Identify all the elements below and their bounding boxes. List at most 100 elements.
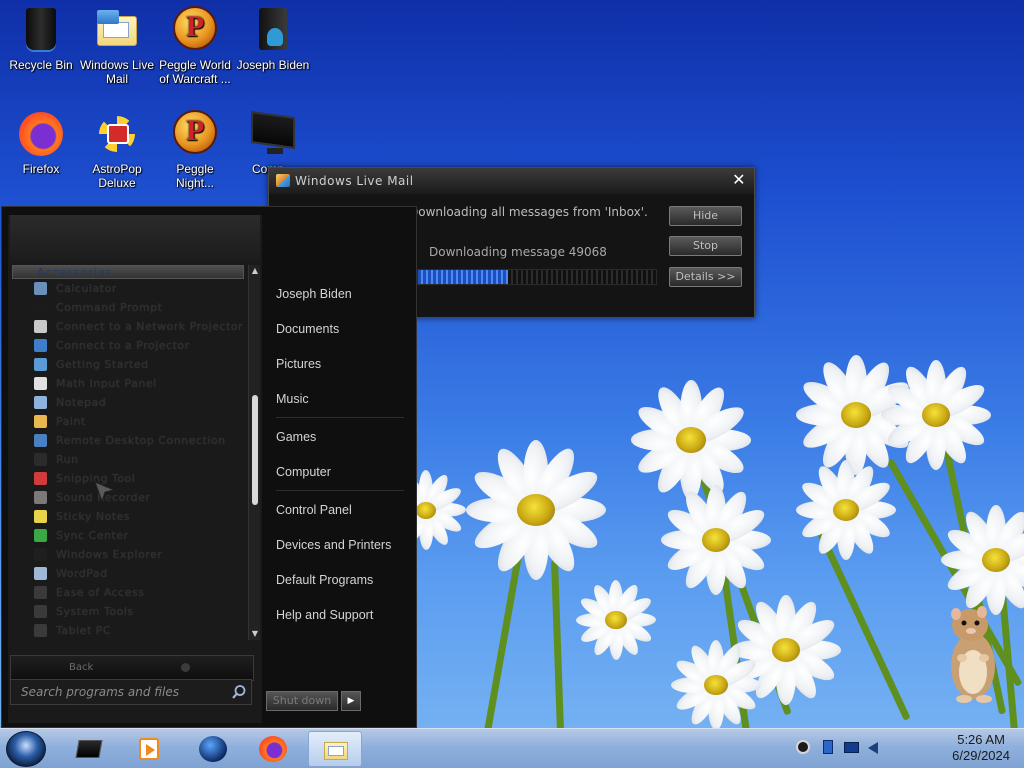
stem <box>481 549 523 730</box>
steam-icon[interactable] <box>796 740 812 756</box>
search-icon[interactable] <box>231 684 247 700</box>
program-item[interactable]: Sync Center <box>12 526 244 545</box>
program-icon <box>34 529 47 542</box>
taskbar-firefox[interactable] <box>246 731 300 767</box>
peggle-icon: P <box>171 6 219 54</box>
program-item[interactable]: Notepad <box>12 393 244 412</box>
program-item[interactable]: Getting Started <box>12 355 244 374</box>
program-item[interactable]: Math Input Panel <box>12 374 244 393</box>
display-icon[interactable] <box>844 740 860 756</box>
clock[interactable]: 5:26 AM 6/29/2024 <box>952 732 1010 764</box>
start-link-help-and-support[interactable]: Help and Support <box>266 598 414 633</box>
program-icon <box>34 453 47 466</box>
program-item[interactable]: Connect to a Projector <box>12 336 244 355</box>
program-item[interactable]: Windows Explorer <box>12 545 244 564</box>
desktop-icon-label: Peggle World of Warcraft ... <box>159 58 231 86</box>
program-icon <box>34 472 47 485</box>
globe-icon <box>199 736 227 762</box>
desktop-icon-astropop-deluxe[interactable]: AstroPop Deluxe <box>78 110 156 190</box>
program-label: Ease of Access <box>56 586 145 599</box>
program-label: Connect to a Projector <box>56 339 190 352</box>
start-link-documents[interactable]: Documents <box>266 312 414 347</box>
taskbar-media-player[interactable] <box>122 731 176 767</box>
program-item[interactable]: Sticky Notes <box>12 507 244 526</box>
desktop-icon-windows-live-mail[interactable]: Windows Live Mail <box>78 6 156 86</box>
shutdown-options-arrow-icon[interactable]: ▶ <box>341 691 361 711</box>
user-folder-icon <box>249 6 297 54</box>
stem <box>551 559 565 730</box>
start-link-games[interactable]: Games <box>266 420 414 455</box>
stop-button[interactable]: Stop <box>669 236 742 256</box>
desktop-icon-label: Windows Live Mail <box>79 58 155 86</box>
start-link-control-panel[interactable]: Control Panel <box>266 493 414 528</box>
program-item[interactable]: Sound Recorder <box>12 488 244 507</box>
program-label: Command Prompt <box>56 301 163 314</box>
start-link-computer[interactable]: Computer <box>266 455 414 490</box>
volume-icon[interactable] <box>868 740 884 756</box>
system-tray <box>796 740 886 758</box>
program-item[interactable]: Paint <box>12 412 244 431</box>
programs-scrollbar[interactable]: ▲ ▼ <box>248 265 260 640</box>
taskbar: 5:26 AM 6/29/2024 <box>0 728 1024 768</box>
scroll-thumb[interactable] <box>252 395 258 505</box>
dialog-titlebar[interactable]: Windows Live Mail ✕ <box>269 168 754 194</box>
firefox-icon <box>17 110 65 158</box>
start-menu-left-pane: Accessories Calculator Command Prompt Conn… <box>8 215 262 723</box>
program-item[interactable]: Run <box>12 450 244 469</box>
download-status-text: Downloading all messages from 'Inbox'. <box>409 205 648 219</box>
program-icon <box>34 491 47 504</box>
program-icon <box>34 510 47 523</box>
program-item[interactable]: Connect to a Network Projector <box>12 317 244 336</box>
search-placeholder: Search programs and files <box>21 685 179 699</box>
taskbar-explorer[interactable] <box>62 731 116 767</box>
program-icon <box>34 586 47 599</box>
program-item[interactable]: Tablet PC <box>12 621 244 640</box>
start-link-default-programs[interactable]: Default Programs <box>266 563 414 598</box>
media-player-icon <box>135 736 163 762</box>
desktop-icon-joseph-biden[interactable]: Joseph Biden <box>234 6 312 72</box>
program-label: Getting Started <box>56 358 149 371</box>
program-label: Tablet PC <box>56 624 112 637</box>
program-icon <box>34 567 47 580</box>
program-item[interactable]: Remote Desktop Connection <box>12 431 244 450</box>
start-link-music[interactable]: Music <box>266 382 414 417</box>
folder-accessories[interactable]: Accessories <box>12 265 244 279</box>
start-link-joseph-biden[interactable]: Joseph Biden <box>266 277 414 312</box>
download-progress-bar <box>417 269 657 285</box>
program-icon <box>34 320 47 333</box>
program-label: Sticky Notes <box>56 510 131 523</box>
mail-icon <box>93 6 141 54</box>
start-button[interactable] <box>6 731 46 767</box>
program-icon <box>34 358 47 371</box>
clock-time: 5:26 AM <box>957 732 1005 747</box>
computer-icon <box>249 110 297 158</box>
taskbar-globe[interactable] <box>186 731 240 767</box>
program-item[interactable]: System Tools <box>12 602 244 621</box>
program-icon <box>34 339 47 352</box>
program-icon <box>34 624 47 637</box>
hide-button[interactable]: Hide <box>669 206 742 226</box>
desktop-icon-firefox[interactable]: Firefox <box>2 110 80 176</box>
details-button[interactable]: Details >> <box>669 267 742 287</box>
program-item[interactable]: Ease of Access <box>12 583 244 602</box>
desktop-icon-peggle-world-of-warcraft[interactable]: P Peggle World of Warcraft ... <box>156 6 234 86</box>
desktop-icon-recycle-bin[interactable]: Recycle Bin <box>2 6 80 72</box>
program-icon <box>34 605 47 618</box>
search-input[interactable]: Search programs and files <box>10 679 252 705</box>
program-item[interactable]: Calculator <box>12 279 244 298</box>
taskbar-windows-live-mail[interactable] <box>308 731 362 767</box>
start-link-devices-and-printers[interactable]: Devices and Printers <box>266 528 414 563</box>
back-label: Back <box>69 662 94 673</box>
scroll-up-icon[interactable]: ▲ <box>251 267 259 275</box>
desktop-icon-peggle-night[interactable]: P Peggle Night... <box>156 110 234 190</box>
close-icon[interactable]: ✕ <box>732 170 746 189</box>
program-item[interactable]: Command Prompt <box>12 298 244 317</box>
start-link-pictures[interactable]: Pictures <box>266 347 414 382</box>
shut-down-button[interactable]: Shut down <box>266 691 338 711</box>
program-label: Calculator <box>56 282 117 295</box>
network-icon[interactable] <box>820 740 836 756</box>
scroll-down-icon[interactable]: ▼ <box>251 630 259 638</box>
back-button[interactable]: Back <box>10 655 254 681</box>
program-item[interactable]: Snipping Tool <box>12 469 244 488</box>
program-item[interactable]: WordPad <box>12 564 244 583</box>
